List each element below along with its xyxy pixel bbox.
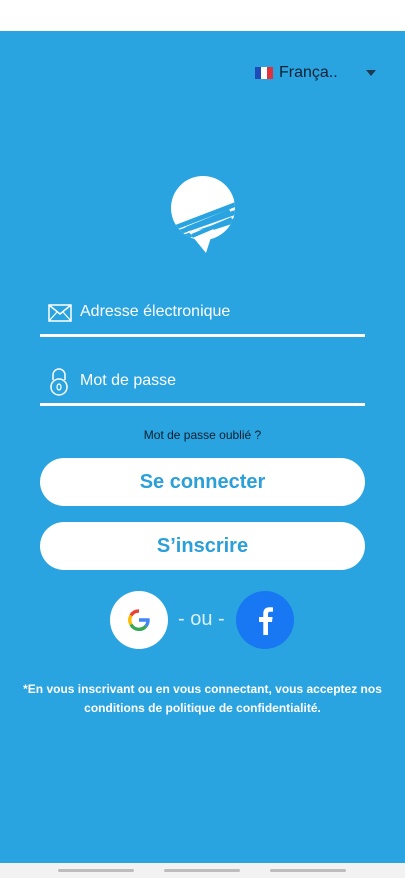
app-logo (171, 176, 235, 253)
language-selector[interactable]: Françа.. (255, 62, 338, 84)
google-login-button[interactable] (110, 591, 168, 649)
padlock-icon (50, 368, 68, 396)
facebook-login-button[interactable] (236, 591, 294, 649)
nav-home-indicator[interactable] (164, 869, 240, 872)
email-underline (40, 334, 365, 337)
language-label: Françа.. (279, 64, 338, 81)
email-field[interactable]: Adresse électronique (40, 297, 365, 337)
privacy-notice: *En vous inscrivant ou en vous connectan… (18, 680, 387, 718)
login-screen (0, 31, 405, 863)
password-underline (40, 403, 365, 406)
facebook-icon (259, 607, 273, 635)
privacy-notice-line1: *En vous inscrivant ou en vous connectan… (23, 682, 382, 696)
password-placeholder: Mot de passe (80, 372, 177, 389)
signup-button[interactable]: S’inscrire (40, 522, 365, 570)
email-placeholder: Adresse électronique (80, 303, 231, 320)
envelope-icon (48, 304, 72, 322)
status-bar (0, 0, 405, 31)
nav-recents-indicator[interactable] (58, 869, 134, 872)
france-flag-icon (255, 67, 273, 79)
password-field[interactable]: Mot de passe (40, 366, 365, 406)
caret-down-icon[interactable] (366, 70, 376, 76)
nav-back-indicator[interactable] (270, 869, 346, 872)
separator-text: - ou - (178, 608, 225, 630)
google-icon (128, 609, 150, 631)
privacy-notice-line2: conditions de politique de confidentiali… (84, 701, 321, 715)
login-button[interactable]: Se connecter (40, 458, 365, 506)
forgot-password-link[interactable]: Mot de passe oublié ? (0, 428, 405, 442)
